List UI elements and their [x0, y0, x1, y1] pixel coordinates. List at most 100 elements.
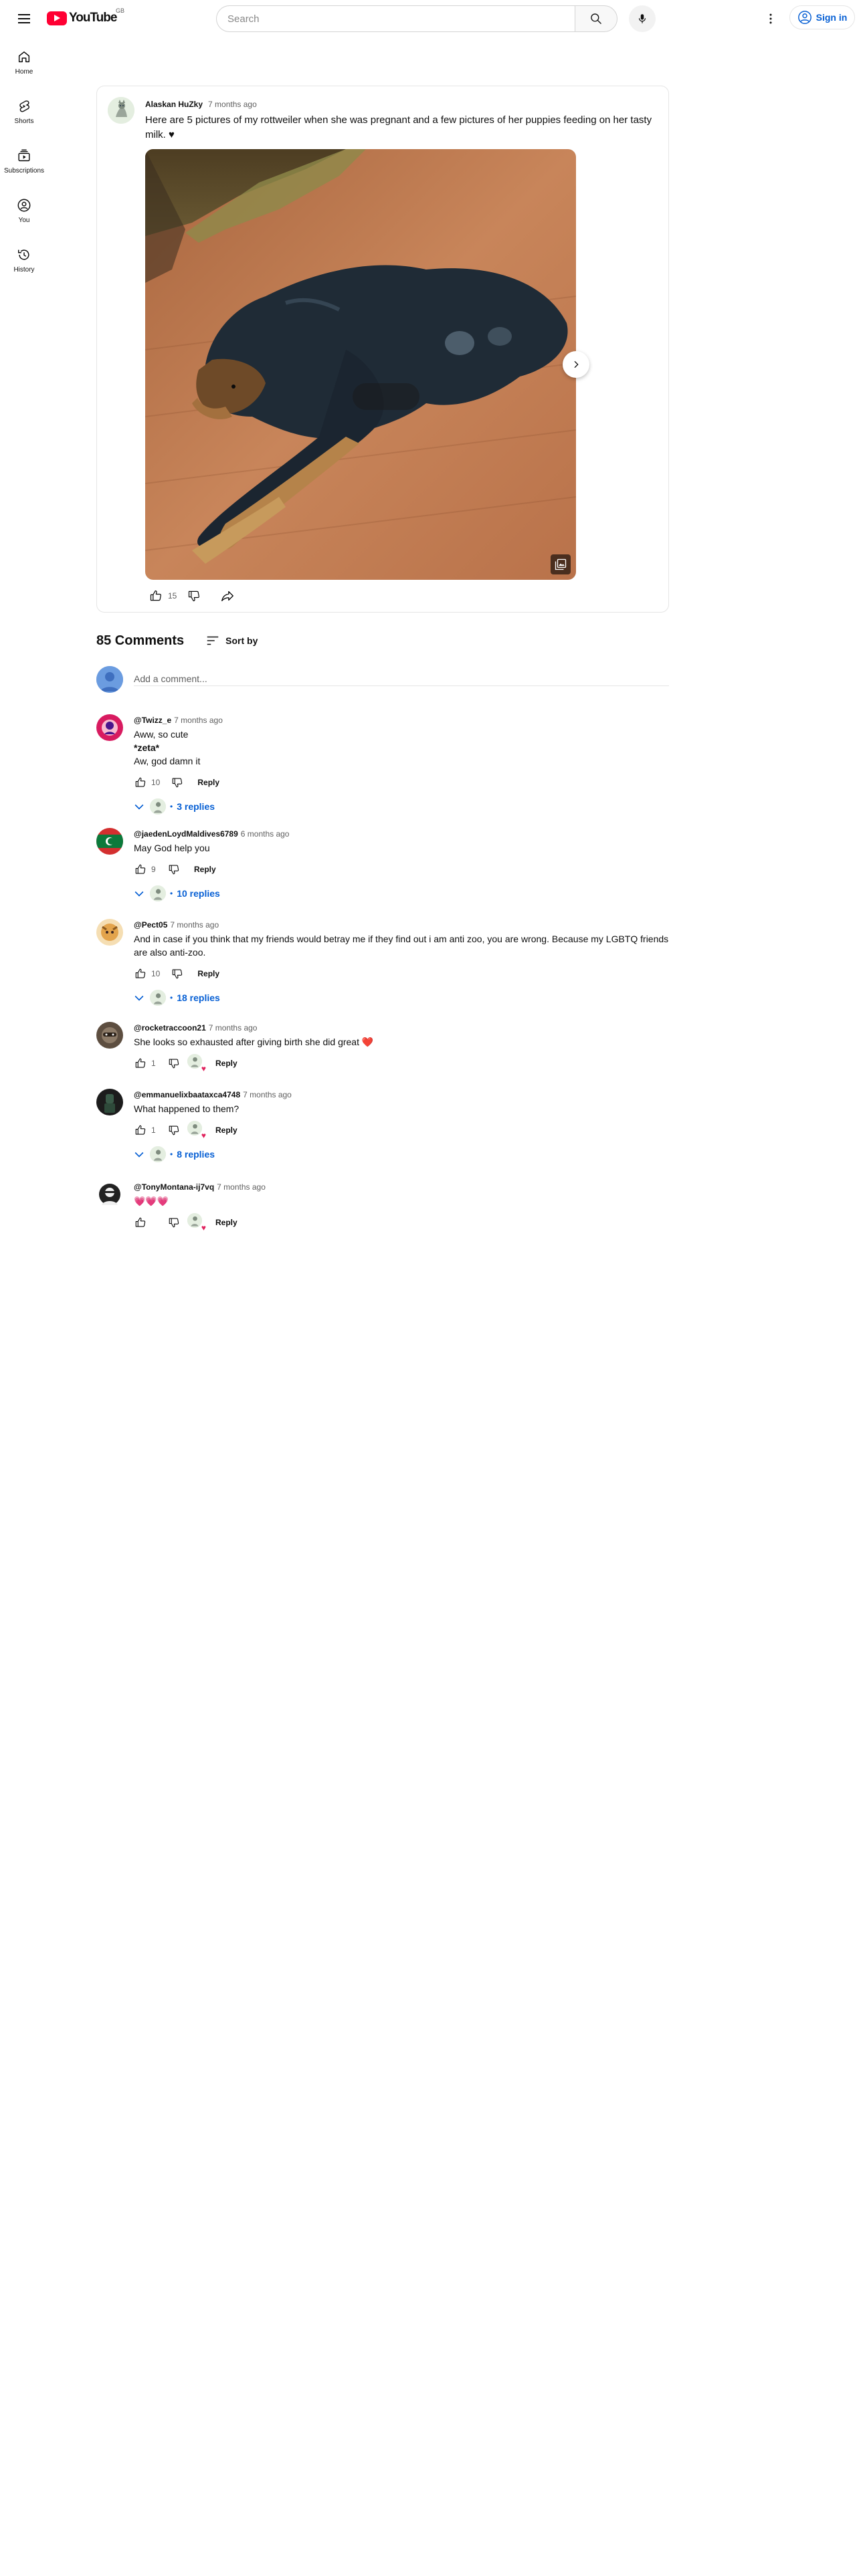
comment-dislike-button[interactable]	[167, 772, 188, 793]
guide-label: Subscriptions	[3, 167, 45, 175]
comment-like-button[interactable]	[130, 963, 151, 984]
settings-more-button[interactable]	[757, 5, 784, 32]
reply-button[interactable]: Reply	[206, 1053, 247, 1074]
view-replies-button[interactable]: • 18 replies	[132, 986, 669, 1010]
commenter-avatar[interactable]	[96, 828, 123, 855]
like-button[interactable]	[145, 585, 167, 607]
post-author-name[interactable]: Alaskan HuZky	[145, 100, 203, 109]
guide-item-shorts[interactable]: Shorts	[0, 87, 48, 136]
comment-author[interactable]: @TonyMontana-ij7vq	[134, 1182, 214, 1192]
add-comment-input[interactable]	[134, 671, 669, 686]
comment-like-button[interactable]	[130, 772, 151, 793]
search-icon	[591, 13, 601, 24]
comment-like-count: 10	[151, 778, 161, 787]
sort-icon	[207, 636, 219, 645]
commenter-avatar[interactable]	[96, 1022, 123, 1049]
comment-like-count: 1	[151, 1125, 156, 1135]
reply-button[interactable]: Reply	[206, 1212, 247, 1233]
reply-button[interactable]: Reply	[188, 963, 229, 984]
comment-actions: 10 Reply	[130, 772, 669, 793]
guide-label: History	[13, 265, 35, 274]
thumbs-down-icon	[169, 1218, 179, 1228]
heart-icon: ♥	[201, 1064, 206, 1073]
search-button[interactable]	[575, 5, 617, 32]
sort-by-label: Sort by	[225, 635, 258, 646]
separator-dot: •	[170, 889, 173, 898]
guide-item-you[interactable]: You	[0, 186, 48, 235]
comment-author[interactable]: @rocketraccoon21	[134, 1023, 206, 1033]
thumbs-up-icon	[135, 1058, 146, 1068]
comment-author[interactable]: @Pect05	[134, 920, 167, 930]
comment-dislike-button[interactable]	[167, 963, 188, 984]
share-button[interactable]	[217, 585, 238, 607]
account-circle-icon	[797, 11, 812, 24]
community-post: Alaskan HuZky 7 months ago Here are 5 pic…	[96, 86, 669, 613]
next-image-button[interactable]	[563, 351, 589, 378]
reply-button[interactable]: Reply	[188, 772, 229, 793]
creator-reply-avatar	[150, 1146, 166, 1162]
comment-timestamp[interactable]: 7 months ago	[243, 1090, 292, 1099]
comment-dislike-button[interactable]	[163, 1119, 185, 1141]
comment-author[interactable]: @emmanuelixbaataxca4748	[134, 1090, 240, 1099]
comment-dislike-button[interactable]	[163, 1212, 185, 1233]
commenter-avatar[interactable]	[96, 1089, 123, 1115]
sign-in-button[interactable]: Sign in	[789, 5, 855, 29]
commenter-avatar[interactable]	[96, 919, 123, 946]
share-icon	[221, 591, 234, 602]
commenter-avatar[interactable]	[96, 1181, 123, 1208]
comment-body: @jaedenLoydMaldives6789 6 months ago May …	[134, 828, 669, 905]
comment-timestamp[interactable]: 7 months ago	[209, 1023, 258, 1033]
creator-reply-avatar	[150, 798, 166, 815]
comment-timestamp[interactable]: 7 months ago	[170, 920, 219, 930]
comment-like-button[interactable]	[130, 1212, 151, 1233]
view-replies-button[interactable]: • 8 replies	[132, 1142, 669, 1166]
comment-dislike-button[interactable]	[163, 859, 185, 880]
thumbs-up-icon	[135, 1217, 146, 1227]
channel-avatar[interactable]	[108, 97, 134, 124]
thumbs-down-icon	[189, 591, 200, 602]
reply-button[interactable]: Reply	[185, 859, 225, 880]
comment-body: @emmanuelixbaataxca4748 7 months ago What…	[134, 1089, 669, 1166]
comment-line: 💗💗💗	[134, 1196, 169, 1206]
post-text: Here are 5 pictures of my rottweiler whe…	[145, 114, 652, 140]
search-input[interactable]	[216, 5, 575, 32]
guide-item-subscriptions[interactable]: Subscriptions	[0, 136, 48, 186]
guide-item-home[interactable]: Home	[0, 37, 48, 87]
youtube-logo[interactable]: YouTube GB	[47, 7, 124, 26]
comment-line: Aww, so cute	[134, 729, 189, 740]
guide-item-history[interactable]: History	[0, 235, 48, 285]
post-image[interactable]	[145, 149, 576, 580]
comment-timestamp[interactable]: 7 months ago	[217, 1182, 266, 1192]
comment-author[interactable]: @jaedenLoydMaldives6789	[134, 829, 238, 839]
thumbs-up-icon	[150, 590, 161, 601]
commenter-avatar[interactable]	[96, 714, 123, 741]
comment-body: @Twizz_e 7 months ago Aww, so cute *zeta*…	[134, 714, 669, 819]
sort-by-button[interactable]: Sort by	[205, 633, 258, 648]
comment-text: She looks so exhausted after giving birt…	[134, 1035, 669, 1049]
dislike-button[interactable]	[183, 585, 205, 607]
post-timestamp[interactable]: 7 months ago	[208, 100, 257, 109]
comment-dislike-button[interactable]	[163, 1053, 185, 1074]
comment-actions: 1 ♥ Reply	[130, 1053, 669, 1074]
chevron-down-icon	[134, 995, 144, 1001]
voice-search-button[interactable]	[629, 5, 656, 32]
comment-like-button[interactable]	[130, 859, 151, 880]
comment-timestamp[interactable]: 6 months ago	[241, 829, 290, 839]
separator-dot: •	[170, 993, 173, 1002]
replies-count: 18 replies	[177, 992, 220, 1003]
menu-icon[interactable]	[13, 8, 35, 29]
mini-guide: Home Shorts Subscriptions You History	[0, 37, 48, 285]
guide-label: Shorts	[14, 117, 34, 125]
comment-like-button[interactable]	[130, 1053, 151, 1074]
comment-author[interactable]: @Twizz_e	[134, 716, 171, 725]
comment-timestamp[interactable]: 7 months ago	[174, 716, 223, 725]
reply-button[interactable]: Reply	[206, 1119, 247, 1141]
heart-icon: ♥	[201, 1223, 206, 1232]
comment-like-count: 9	[151, 865, 156, 874]
view-replies-button[interactable]: • 10 replies	[132, 881, 669, 905]
view-replies-button[interactable]: • 3 replies	[132, 794, 669, 819]
separator-dot: •	[170, 802, 173, 811]
chevron-down-icon	[134, 804, 144, 810]
comment-like-button[interactable]	[130, 1119, 151, 1141]
comment-actions: 1 ♥ Reply	[130, 1119, 669, 1141]
